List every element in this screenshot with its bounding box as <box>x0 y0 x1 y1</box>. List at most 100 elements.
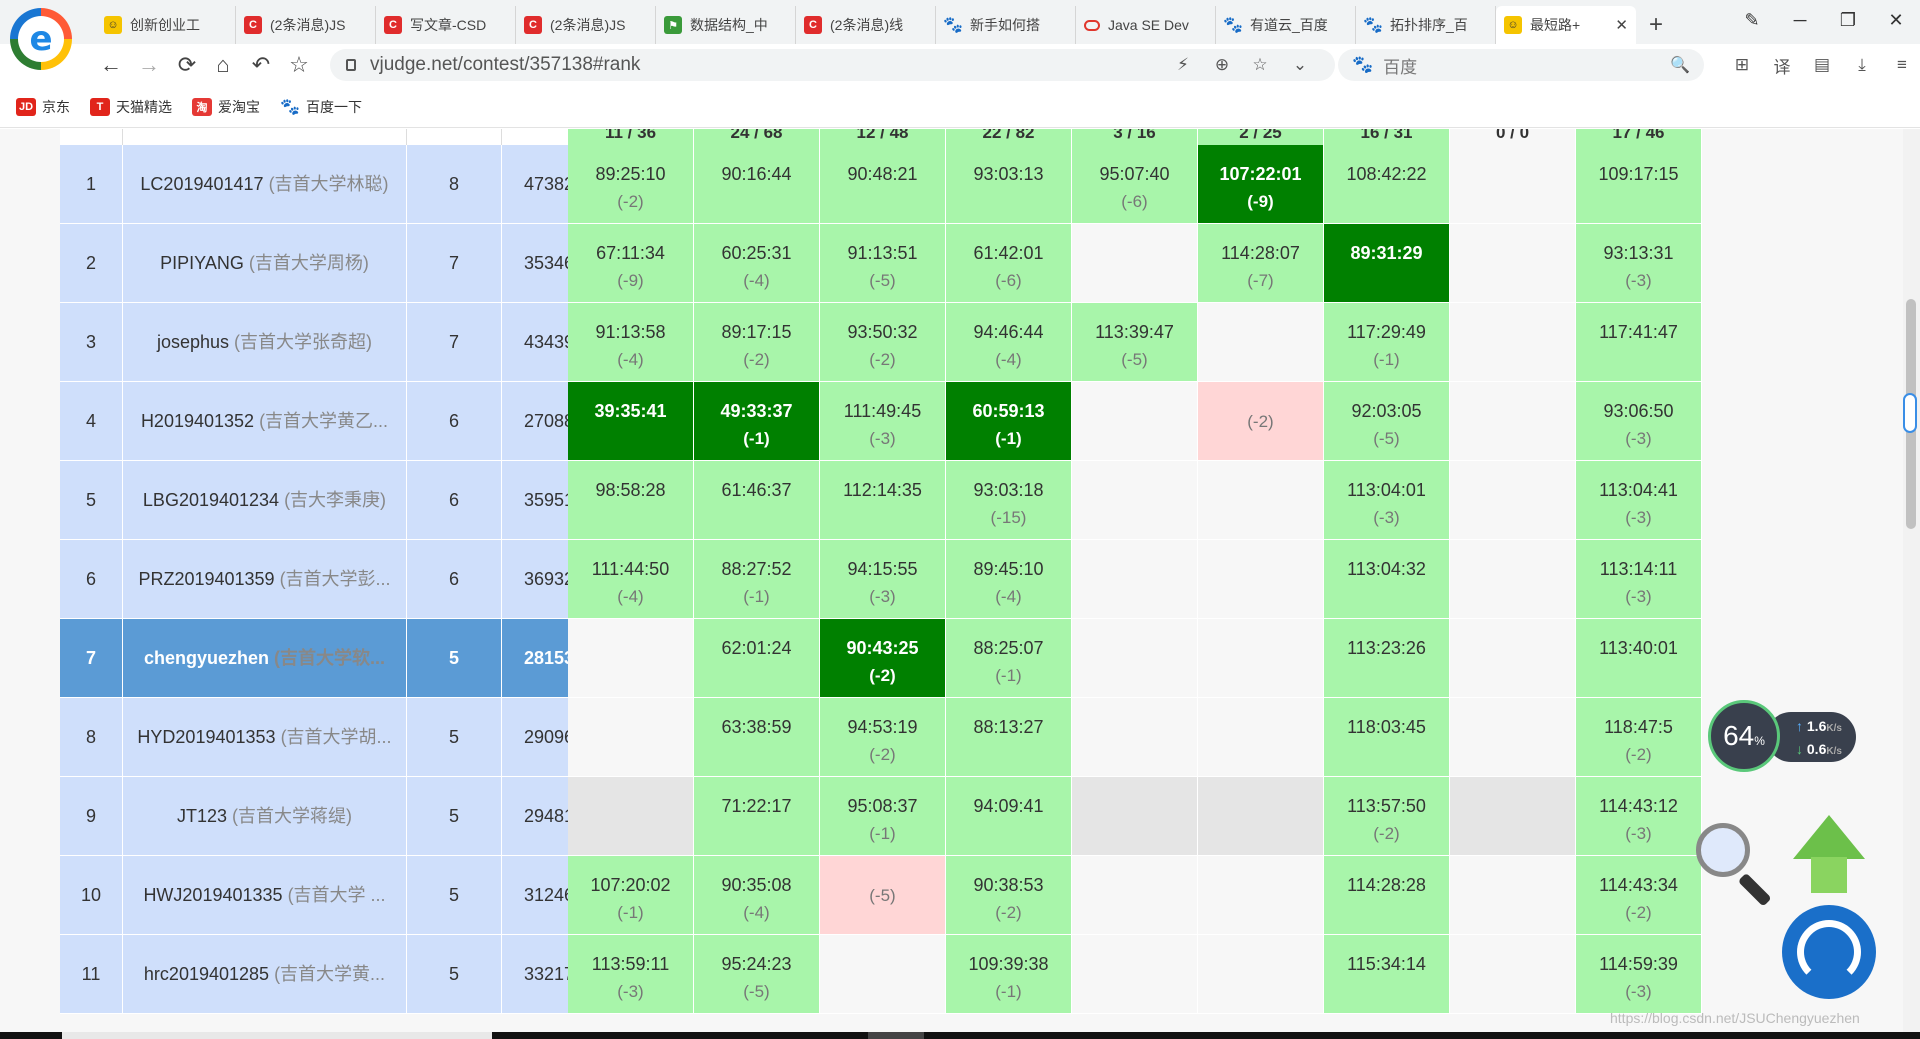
user-cell[interactable]: JT123 (吉首大学蒋缇) <box>123 777 407 856</box>
magnifier-icon[interactable] <box>1696 823 1776 907</box>
chevron-down-icon[interactable]: ⌄ <box>1282 49 1318 81</box>
submission-cell[interactable]: 90:38:53 (-2) <box>946 856 1072 935</box>
submission-cell[interactable]: 98:58:28 <box>568 461 694 540</box>
submission-cell[interactable]: 91:13:58 (-4) <box>568 303 694 382</box>
problem-stat[interactable]: 16 / 31 <box>1324 129 1450 145</box>
submission-cell[interactable]: 117:41:47 <box>1576 303 1702 382</box>
submission-cell[interactable]: 114:28:07 (-7) <box>1198 224 1324 303</box>
submission-cell[interactable]: 93:03:18 (-15) <box>946 461 1072 540</box>
submission-cell[interactable] <box>1072 856 1198 935</box>
submission-cell[interactable] <box>1198 777 1324 856</box>
minimize-icon[interactable]: ─ <box>1776 0 1824 40</box>
submission-cell[interactable] <box>1450 777 1576 856</box>
browser-tab[interactable]: ☺ 最短路+ ✕ <box>1496 6 1636 44</box>
user-cell[interactable]: LC2019401417 (吉首大学林聪) <box>123 145 407 224</box>
network-speed-widget[interactable]: ↑ 1.6K/s ↓ 0.6K/s 64% <box>1708 700 1858 776</box>
username[interactable]: josephus <box>157 332 229 352</box>
user-cell[interactable]: LBG2019401234 (吉大李秉庚) <box>123 461 407 540</box>
submission-cell[interactable]: 60:25:31 (-4) <box>694 224 820 303</box>
restore-icon[interactable]: ❐ <box>1824 0 1872 40</box>
apps-grid-icon[interactable]: ⊞ <box>1722 44 1762 86</box>
username[interactable]: H2019401352 <box>141 411 254 431</box>
submission-cell[interactable] <box>1198 303 1324 382</box>
url-field[interactable]: vjudge.net/contest/357138#rank ⚡ ⊕ ☆ ⌄ <box>330 49 1335 81</box>
submission-cell[interactable] <box>1450 145 1576 224</box>
zoom-icon[interactable]: ⊕ <box>1204 49 1240 81</box>
user-cell[interactable]: josephus (吉首大学张奇超) <box>123 303 407 382</box>
username[interactable]: PIPIYANG <box>160 253 244 273</box>
submission-cell[interactable]: 60:59:13 (-1) <box>946 382 1072 461</box>
submission-cell[interactable]: 67:11:34 (-9) <box>568 224 694 303</box>
problem-stat[interactable]: 2 / 25 <box>1198 129 1324 145</box>
submission-cell[interactable]: 94:53:19 (-2) <box>820 698 946 777</box>
browser-tab[interactable]: 🐾 新手如何搭 <box>936 6 1076 44</box>
submission-cell[interactable]: 71:22:17 <box>694 777 820 856</box>
submission-cell[interactable] <box>820 935 946 1014</box>
username[interactable]: HWJ2019401335 <box>143 885 282 905</box>
user-cell[interactable]: HWJ2019401335 (吉首大学 ... <box>123 856 407 935</box>
submission-cell[interactable]: 113:39:47 (-5) <box>1072 303 1198 382</box>
scroll-top-arrow-icon[interactable] <box>1793 815 1865 895</box>
submission-cell[interactable]: 91:13:51 (-5) <box>820 224 946 303</box>
search-placeholder[interactable]: 百度 <box>1383 53 1417 78</box>
new-tab-button[interactable]: + <box>1636 6 1676 44</box>
submission-cell[interactable] <box>1198 619 1324 698</box>
problem-stat[interactable]: 24 / 68 <box>694 129 820 145</box>
submission-cell[interactable]: 111:44:50 (-4) <box>568 540 694 619</box>
pdf-icon[interactable]: ▤ <box>1802 44 1842 86</box>
submission-cell[interactable] <box>1072 540 1198 619</box>
submission-cell[interactable]: 113:40:01 <box>1576 619 1702 698</box>
submission-cell[interactable]: 108:42:22 <box>1324 145 1450 224</box>
user-cell[interactable]: PIPIYANG (吉首大学周杨) <box>123 224 407 303</box>
submission-cell[interactable]: 93:13:31 (-3) <box>1576 224 1702 303</box>
username[interactable]: HYD2019401353 <box>137 727 275 747</box>
browser-logo-icon[interactable]: e <box>10 8 72 70</box>
bookmark-item[interactable]: 🐾 百度一下 <box>280 97 362 117</box>
submission-cell[interactable]: 89:25:10 (-2) <box>568 145 694 224</box>
submission-cell[interactable] <box>1198 540 1324 619</box>
submission-cell[interactable] <box>1450 461 1576 540</box>
submission-cell[interactable]: 89:31:29 <box>1324 224 1450 303</box>
search-icon[interactable]: 🔍 <box>1670 55 1690 75</box>
problem-stat[interactable]: 12 / 48 <box>820 129 946 145</box>
submission-cell[interactable] <box>1450 303 1576 382</box>
submission-cell[interactable]: 113:14:11 (-3) <box>1576 540 1702 619</box>
submission-cell[interactable]: 113:04:01 (-3) <box>1324 461 1450 540</box>
submission-cell[interactable]: 95:08:37 (-1) <box>820 777 946 856</box>
submission-cell[interactable]: 118:47:5 (-2) <box>1576 698 1702 777</box>
browser-tab[interactable]: C (2条消息)JS <box>516 6 656 44</box>
user-cell[interactable]: HYD2019401353 (吉首大学胡... <box>123 698 407 777</box>
tab-close-icon[interactable]: ✕ <box>1615 16 1628 34</box>
submission-cell[interactable] <box>1072 935 1198 1014</box>
submission-cell[interactable]: 118:03:45 <box>1324 698 1450 777</box>
submission-cell[interactable] <box>1450 224 1576 303</box>
bookmark-star-icon[interactable]: ☆ <box>1242 49 1278 81</box>
submission-cell[interactable]: 88:27:52 (-1) <box>694 540 820 619</box>
problem-stat[interactable]: 0 / 0 <box>1450 129 1576 145</box>
translate-icon[interactable]: 译 <box>1762 44 1802 86</box>
submission-cell[interactable]: 107:22:01 (-9) <box>1198 145 1324 224</box>
submission-cell[interactable]: 115:34:14 <box>1324 935 1450 1014</box>
edit-note-icon[interactable]: ✎ <box>1728 0 1776 40</box>
submission-cell[interactable]: 114:28:28 <box>1324 856 1450 935</box>
back-icon[interactable]: ← <box>92 44 130 86</box>
download-icon[interactable]: ⤓ <box>1842 44 1882 86</box>
bookmark-item[interactable]: JD 京东 <box>16 97 70 117</box>
username[interactable]: hrc2019401285 <box>144 964 269 984</box>
submission-cell[interactable]: 94:15:55 (-3) <box>820 540 946 619</box>
username[interactable]: JT123 <box>177 806 227 826</box>
submission-cell[interactable]: 88:25:07 (-1) <box>946 619 1072 698</box>
url-text[interactable]: vjudge.net/contest/357138#rank <box>370 54 640 76</box>
submission-cell[interactable]: 63:38:59 <box>694 698 820 777</box>
submission-cell[interactable]: 89:45:10 (-4) <box>946 540 1072 619</box>
username[interactable]: LC2019401417 <box>140 174 263 194</box>
bookmark-item[interactable]: T 天猫精选 <box>90 97 172 117</box>
submission-cell[interactable] <box>1198 698 1324 777</box>
vertical-scrollbar[interactable] <box>1903 129 1920 1039</box>
username[interactable]: PRZ2019401359 <box>138 569 274 589</box>
submission-cell[interactable]: 93:06:50 (-3) <box>1576 382 1702 461</box>
submission-cell[interactable]: 114:43:12 (-3) <box>1576 777 1702 856</box>
submission-cell[interactable]: 114:59:39 (-3) <box>1576 935 1702 1014</box>
browser-tab[interactable]: 🐾 拓扑排序_百 <box>1356 6 1496 44</box>
submission-cell[interactable]: (-2) <box>1198 382 1324 461</box>
